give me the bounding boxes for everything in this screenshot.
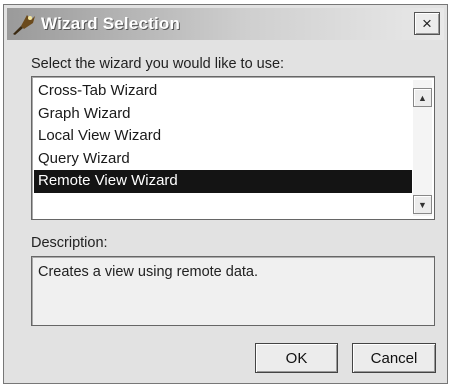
description-label: Description: (31, 235, 108, 251)
wizard-prompt-label: Select the wizard you would like to use: (31, 56, 285, 72)
listbox-scrollbar[interactable]: ▲ ▼ (413, 80, 432, 216)
list-item-local-view-wizard[interactable]: Local View Wizard (34, 125, 412, 148)
wizard-selection-dialog: Wizard Selection × Select the wizard you… (3, 4, 448, 384)
wizard-listbox[interactable]: Cross-Tab Wizard Graph Wizard Local View… (31, 76, 435, 220)
description-text: Creates a view using remote data. (38, 264, 259, 280)
arrow-up-icon: ▲ (418, 92, 427, 103)
list-item-graph-wizard[interactable]: Graph Wizard (34, 103, 412, 126)
description-box: Creates a view using remote data. (31, 256, 435, 326)
wizard-list: Cross-Tab Wizard Graph Wizard Local View… (34, 80, 412, 193)
close-button[interactable]: × (414, 12, 440, 35)
arrow-down-icon: ▼ (418, 199, 427, 210)
wizard-icon (11, 12, 37, 36)
scroll-up-button[interactable]: ▲ (413, 88, 432, 107)
ok-button[interactable]: OK (255, 343, 338, 373)
close-icon: × (422, 14, 432, 33)
list-item-cross-tab-wizard[interactable]: Cross-Tab Wizard (34, 80, 412, 103)
scroll-down-button[interactable]: ▼ (413, 195, 432, 214)
list-item-query-wizard[interactable]: Query Wizard (34, 148, 412, 171)
cancel-button[interactable]: Cancel (352, 343, 436, 373)
title-bar[interactable]: Wizard Selection × (7, 8, 444, 40)
list-item-remote-view-wizard[interactable]: Remote View Wizard (34, 170, 412, 193)
dialog-title: Wizard Selection (41, 14, 181, 33)
